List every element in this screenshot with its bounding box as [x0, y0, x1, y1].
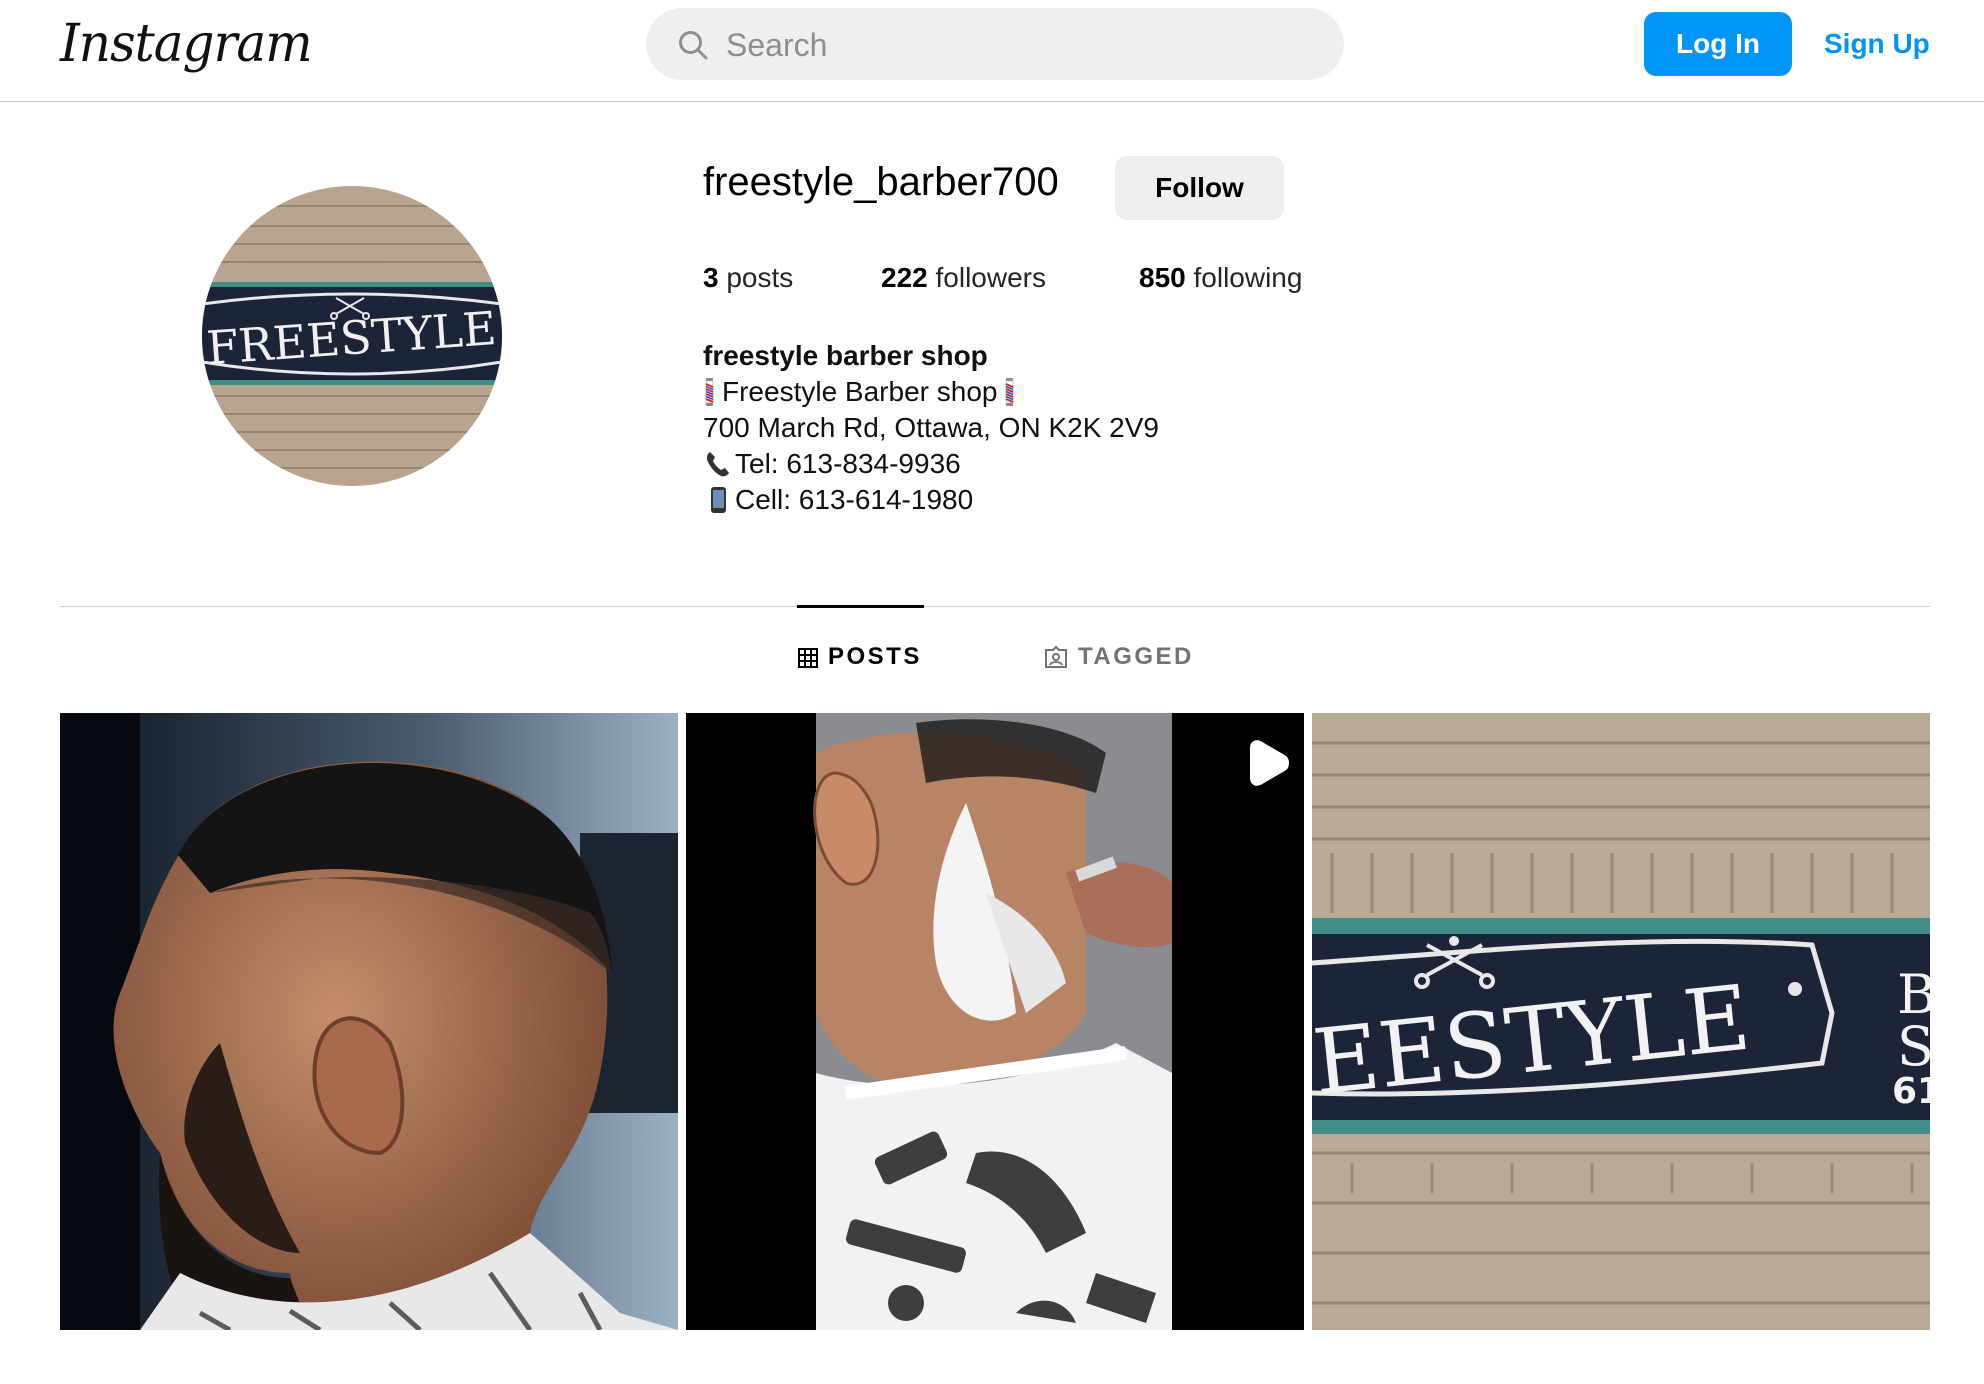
posts-count: 3 posts — [703, 262, 793, 294]
bio-line-4: Cell: 613-614-1980 — [703, 482, 1159, 518]
sign-up-link[interactable]: Sign Up — [1824, 12, 1930, 76]
log-in-button[interactable]: Log In — [1644, 12, 1792, 76]
mobile-phone-icon — [711, 487, 726, 513]
posts-count-label: posts — [726, 262, 794, 293]
active-tab-indicator — [797, 605, 924, 608]
bio-name: freestyle barber shop — [703, 340, 988, 371]
grid-icon — [798, 648, 818, 668]
following-count-value: 850 — [1139, 262, 1186, 293]
barber-pole-icon — [705, 378, 714, 406]
profile-avatar[interactable]: FREESTYLE — [202, 186, 502, 486]
bio-line-1-text: Freestyle Barber shop — [722, 376, 998, 407]
followers-count-label: followers — [935, 262, 1046, 293]
post-thumbnail-2[interactable] — [686, 713, 1304, 1330]
sign-side-text-2: S — [1897, 1015, 1930, 1078]
followers-count[interactable]: 222 followers — [881, 262, 1046, 294]
bio-line-3-text: Tel: 613-834-9936 — [735, 448, 961, 479]
bio-line-1: Freestyle Barber shop — [703, 374, 1159, 410]
following-count[interactable]: 850 following — [1139, 262, 1302, 294]
tagged-icon — [1045, 645, 1067, 668]
haircut-photo — [60, 713, 678, 1330]
tab-posts[interactable]: POSTS — [798, 643, 922, 671]
avatar-image: FREESTYLE — [202, 186, 502, 486]
tab-tagged-label: TAGGED — [1078, 643, 1194, 670]
tabs-divider — [60, 606, 1930, 607]
post-thumbnail-1[interactable] — [60, 713, 678, 1330]
top-navigation-bar: Instagram Log In Sign Up — [0, 0, 1984, 102]
search-box[interactable] — [646, 8, 1344, 82]
search-input[interactable] — [724, 8, 1308, 82]
shave-video — [686, 713, 1304, 1330]
post-thumbnail-3[interactable]: EESTYLE B S 61 — [1312, 713, 1930, 1330]
profile-username: freestyle_barber700 — [703, 160, 1059, 204]
storefront-sign-photo: EESTYLE B S 61 — [1312, 713, 1930, 1330]
bio-line-4-text: Cell: 613-614-1980 — [735, 484, 974, 515]
profile-bio: freestyle barber shop Freestyle Barber s… — [703, 338, 1159, 518]
followers-count-value: 222 — [881, 262, 928, 293]
following-count-label: following — [1193, 262, 1303, 293]
telephone-icon — [706, 452, 729, 477]
sign-side-text-3: 61 — [1892, 1071, 1930, 1112]
posts-count-value: 3 — [703, 262, 719, 293]
search-icon — [679, 31, 708, 60]
bio-line-3: Tel: 613-834-9936 — [703, 446, 1159, 482]
tab-posts-label: POSTS — [828, 643, 922, 670]
tab-tagged[interactable]: TAGGED — [1044, 643, 1194, 671]
follow-button[interactable]: Follow — [1115, 156, 1284, 220]
instagram-logo[interactable]: Instagram — [60, 13, 313, 74]
bio-line-2: 700 March Rd, Ottawa, ON K2K 2V9 — [703, 412, 1159, 443]
barber-pole-icon — [1006, 378, 1014, 406]
